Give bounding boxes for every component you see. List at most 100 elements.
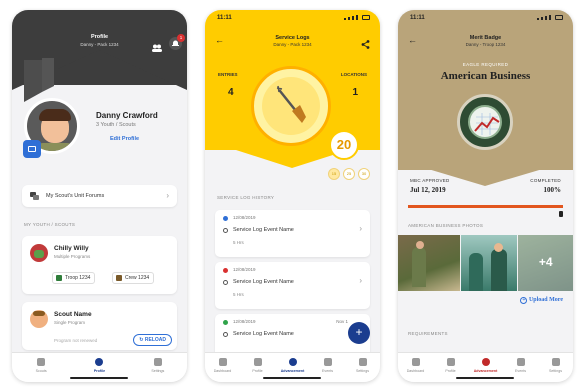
youth-sub: Single Program [54,320,86,325]
photo-strip: +4 [398,235,573,291]
merit-badge-screen: 11:11 ← Merit Badge Danny - Troop 1234 E… [398,10,573,382]
entries-label: ENTRIES [218,72,238,77]
tab-scouts[interactable]: Scouts [12,353,70,382]
event-hours: 5 Hrs [233,240,244,245]
youth-name: Chilly Willy [54,245,89,252]
tab-dashboard[interactable]: Dashboard [398,353,433,382]
status-dot [223,320,228,325]
screens-showcase: Profile Danny - Pack 1234 1 Danny Crawfo… [0,0,580,387]
dashboard-icon [218,358,227,366]
section-label: REQUIREMENTS [408,331,448,336]
trash-icon[interactable] [559,211,563,217]
badge-name: American Business [440,70,531,82]
hours-badge: 20 [329,130,359,160]
approved-date: Jul 12, 2019 [410,186,446,194]
switch-account-icon[interactable] [151,39,163,52]
event-icon [223,228,228,233]
chevron-right-icon: › [359,224,362,233]
troop-badge[interactable]: Troop 1234 [52,272,96,284]
event-icon [223,332,228,337]
home-indicator [70,377,128,379]
status-dot [223,216,228,221]
page-subtitle: Danny - Troop 1234 [465,42,506,47]
service-log-item[interactable]: 12/08/2019 Service Log Event Name 5 Hrs … [215,210,370,257]
forums-label: My Scout's Unit Forums [46,193,105,199]
calendar-icon [516,358,525,366]
merit-badge-emblem [457,94,513,150]
advancement-icon [288,358,297,366]
status-dot [223,268,228,273]
scout-photo[interactable] [460,235,518,291]
hours-tier: 15 [328,168,340,180]
profile-icon [253,358,262,366]
event-name: Service Log Event Name [233,279,294,285]
status-bar: 11:11 [205,10,380,26]
gear-icon [551,358,560,366]
completed-value: 100% [543,186,562,194]
forum-icon [30,192,39,200]
plus-icon: + [520,297,528,304]
home-indicator [263,377,321,379]
event-name: Service Log Event Name [233,227,294,233]
crew-badge[interactable]: Crew 1234 [112,272,155,284]
approved-label: MBC APPROVED [410,178,450,183]
scout-photo[interactable] [398,235,460,291]
add-log-button[interactable]: + [348,322,370,344]
youth-sub: Multiple Programs [54,254,91,259]
troop-icon [56,275,62,281]
page-subtitle: Danny - Pack 1234 [273,42,312,47]
hours-tier: 30 [358,168,370,180]
notifications-bell-icon[interactable]: 1 [169,34,185,50]
tab-dashboard[interactable]: Dashboard [205,353,240,382]
page-title: Merit Badge [469,35,502,41]
profile-icon [95,358,104,366]
share-icon[interactable] [361,36,370,54]
youth-card[interactable]: Scout Name Single Program Program not re… [22,302,177,350]
completed-label: COMPLETED [530,178,561,183]
advancement-icon [481,358,490,366]
locations-label: LOCATIONS [340,72,367,77]
section-label: SERVICE LOG HISTORY [217,195,275,200]
status-bar: 11:11 [398,10,573,26]
profile-name: Danny Crawford [96,111,158,120]
section-label: MY YOUTH / SCOUTS [24,222,76,227]
youth-avatar [30,244,48,262]
youth-avatar [30,310,48,328]
hours-ring [251,66,331,146]
gear-icon [153,358,162,366]
locations-value: 1 [352,87,358,98]
camera-icon[interactable] [23,140,41,158]
profile-icon [446,358,455,366]
more-photos-tile[interactable]: +4 [518,235,573,291]
hours-tier: 25 [343,168,355,180]
crew-icon [116,275,122,281]
youth-name: Scout Name [54,311,92,318]
scouts-icon [37,358,46,366]
completion-progress [408,205,563,208]
forums-row[interactable]: My Scout's Unit Forums › [22,185,177,207]
event-icon [223,280,228,285]
notification-count: 1 [177,34,185,42]
dashboard-icon [411,358,420,366]
chart-line-icon [474,113,500,135]
tab-settings[interactable]: Settings [345,353,380,382]
tab-settings[interactable]: Settings [129,353,187,382]
profile-meta: 3 Youth / Scouts [96,122,136,128]
tab-settings[interactable]: Settings [538,353,573,382]
event-hours: 5 Hrs [233,292,244,297]
service-log-item[interactable]: 12/08/2019 Service Log Event Name 5 Hrs … [215,262,370,309]
profile-screen: Profile Danny - Pack 1234 1 Danny Crawfo… [12,10,187,382]
upload-more-button[interactable]: + Upload More [520,297,563,304]
required-label: EAGLE REQUIRED [462,62,509,67]
youth-card[interactable]: Chilly Willy Multiple Programs Troop 123… [22,236,177,294]
chevron-right-icon: › [166,191,169,200]
service-logs-screen: 11:11 ← Service Logs Danny - Pack 1234 E… [205,10,380,382]
entries-value: 4 [228,87,234,98]
reload-button[interactable]: ↻ RELOAD [133,334,172,346]
shovel-icon [276,85,306,123]
gear-icon [358,358,367,366]
section-label: AMERICAN BUSINESS PHOTOS [408,223,484,228]
chevron-right-icon: › [359,276,362,285]
home-indicator [456,377,514,379]
edit-profile-link[interactable]: Edit Profile [110,136,139,142]
